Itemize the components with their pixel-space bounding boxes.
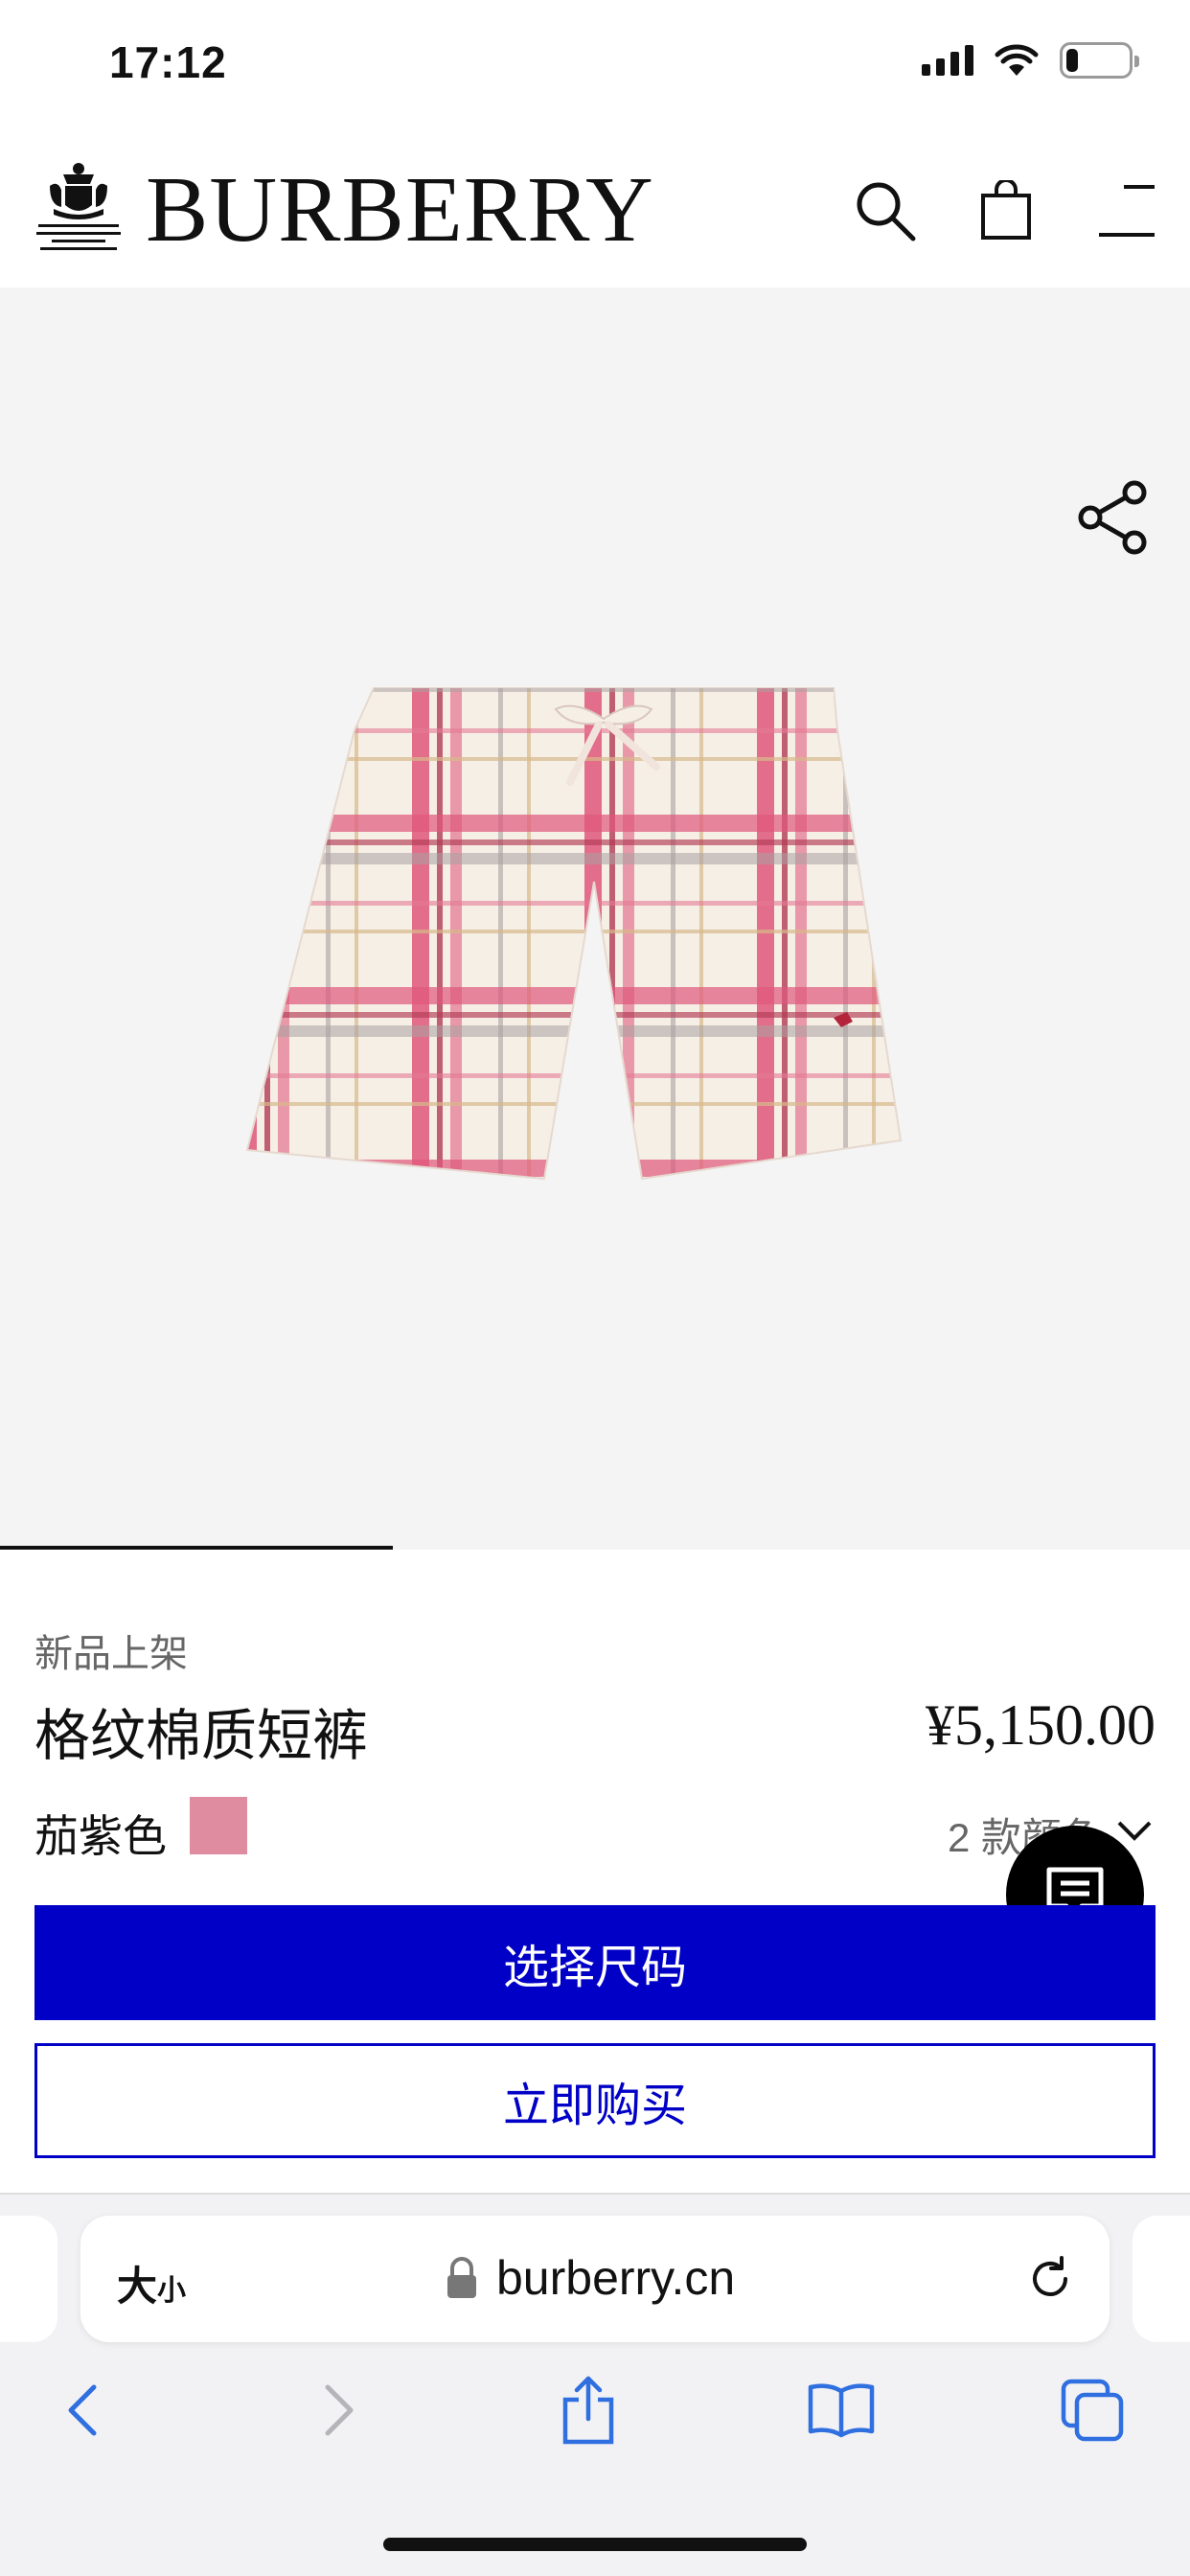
brand-logo[interactable]: BURBERRY [146, 157, 654, 263]
shopping-bag-button[interactable] [968, 172, 1044, 249]
back-button[interactable] [44, 2372, 121, 2449]
product-name: 格纹棉质短裤 [34, 1705, 369, 1767]
browser-toolbar: 大小 burberry.cn [0, 2193, 1190, 2576]
address-bar[interactable]: 大小 burberry.cn [80, 2216, 1110, 2342]
reload-icon[interactable] [1021, 2250, 1079, 2308]
share-page-button[interactable] [550, 2372, 627, 2449]
url-text: burberry.cn [496, 2251, 736, 2305]
battery-icon [1060, 42, 1139, 79]
text-size-big: 大 [117, 2264, 158, 2309]
lock-icon [447, 2257, 476, 2298]
text-size-button[interactable]: 大小 [117, 2254, 186, 2312]
cellular-signal-icon [922, 45, 973, 76]
battery-level [1066, 49, 1079, 72]
color-name: 茄紫色 [34, 1811, 167, 1861]
menu-icon [1099, 185, 1155, 237]
product-image [245, 687, 903, 1181]
previous-tab-preview[interactable] [0, 2216, 57, 2342]
menu-button[interactable] [1088, 172, 1165, 249]
share-icon [1078, 480, 1147, 555]
home-indicator [383, 2538, 807, 2551]
next-tab-preview[interactable] [1133, 2216, 1190, 2342]
chevron-left-icon [68, 2384, 97, 2436]
share-up-icon [562, 2376, 614, 2445]
tabs-icon [1061, 2379, 1124, 2442]
status-time: 17:12 [109, 37, 227, 87]
product-gallery[interactable] [0, 288, 1190, 1548]
tabs-button[interactable] [1054, 2372, 1131, 2449]
book-icon [808, 2383, 875, 2438]
gallery-progress-indicator [0, 1546, 393, 1550]
status-bar: 17:12 [0, 0, 1190, 134]
royal-warrant-crest-icon [36, 163, 121, 250]
forward-button[interactable] [301, 2372, 378, 2449]
wifi-icon [995, 44, 1039, 76]
search-button[interactable] [847, 172, 924, 249]
status-icons [922, 42, 1139, 79]
new-arrival-tag: 新品上架 [34, 1633, 188, 1675]
search-icon [857, 182, 916, 242]
color-swatch[interactable] [190, 1797, 247, 1854]
share-button[interactable] [1075, 479, 1152, 556]
product-price: ¥5,150.00 [926, 1693, 1156, 1757]
shopping-bag-icon [981, 180, 1031, 240]
text-size-small: 小 [157, 2275, 187, 2307]
select-size-button[interactable]: 选择尺码 [34, 1905, 1156, 2020]
bookmarks-button[interactable] [803, 2372, 880, 2449]
chevron-right-icon [325, 2384, 354, 2436]
site-header: BURBERRY [0, 134, 1190, 288]
buy-now-button[interactable]: 立即购买 [34, 2043, 1156, 2158]
